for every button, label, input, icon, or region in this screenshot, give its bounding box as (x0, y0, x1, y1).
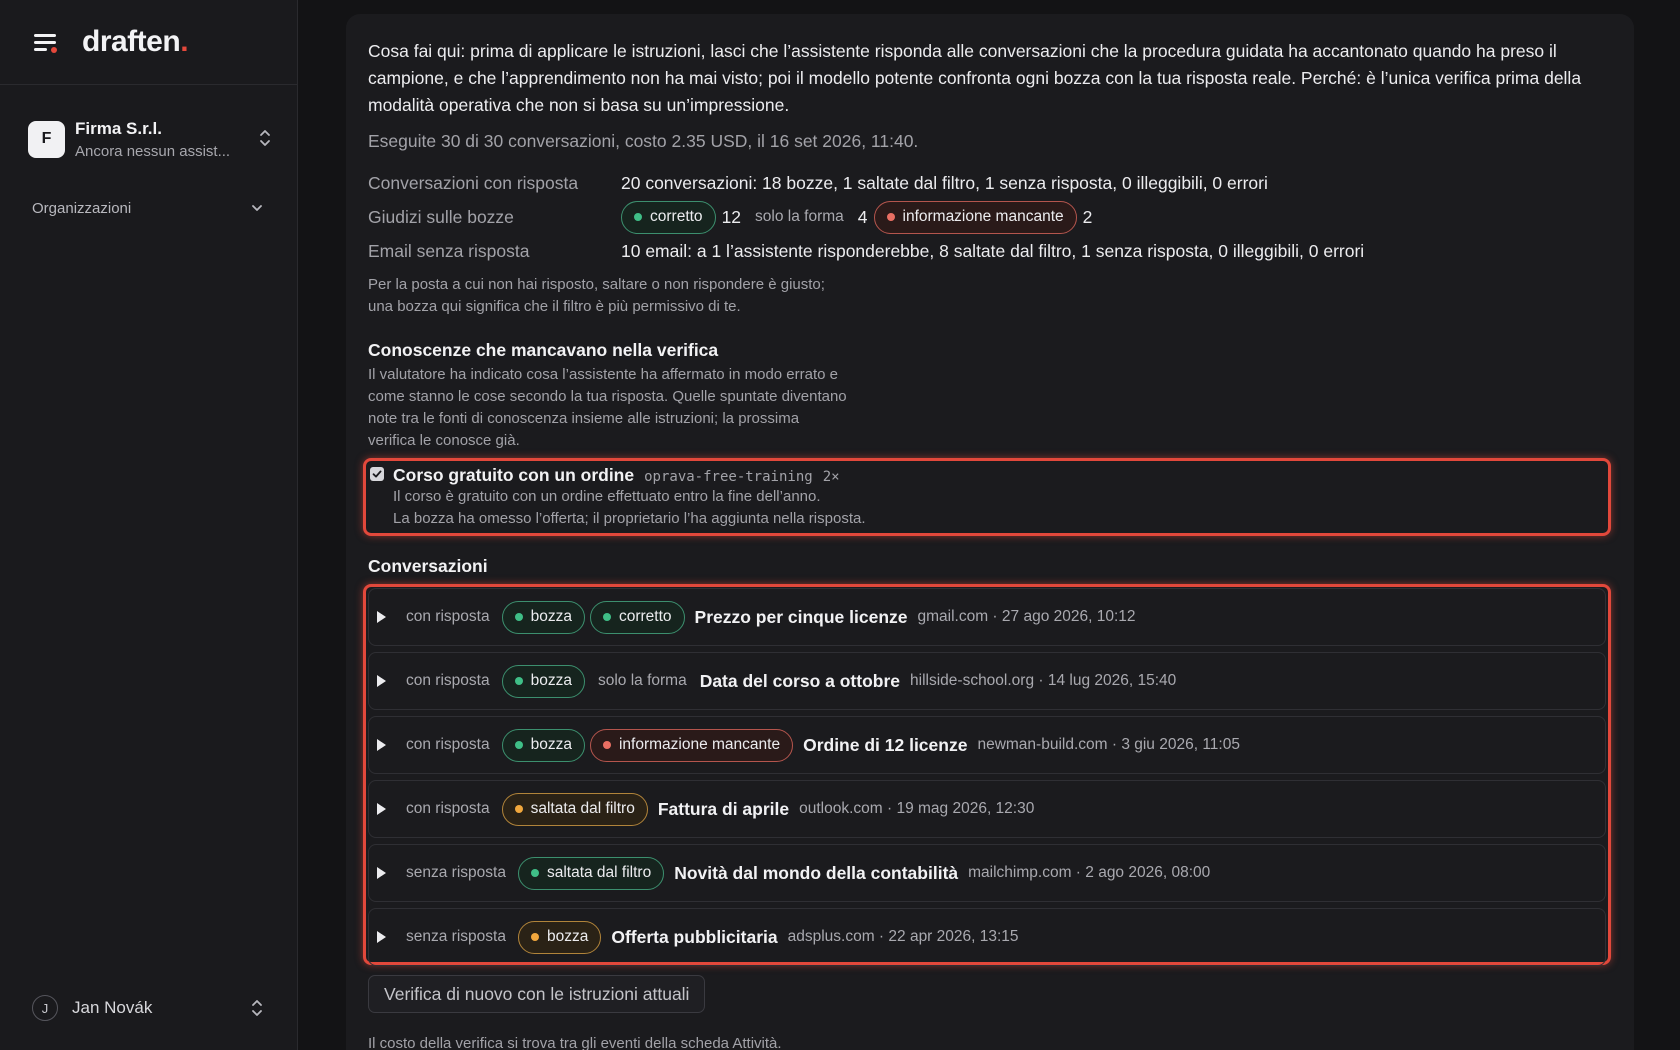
knowledge-item-fact: Il corso è gratuito con un ordine effett… (393, 488, 821, 505)
filter-skipped-badge: saltata dal filtro (517, 856, 665, 890)
draft-badge: bozza (517, 920, 602, 954)
stats-table: Conversazioni con risposta 20 conversazi… (368, 166, 1618, 318)
draft-badge: bozza (501, 728, 585, 762)
conversation-status: senza risposta (406, 928, 506, 945)
expand-triangle-icon[interactable] (377, 803, 386, 815)
org-name: Firma S.r.l. (75, 118, 162, 138)
expand-triangle-icon[interactable] (377, 611, 386, 623)
org-avatar: F (28, 120, 65, 158)
conversation-row[interactable]: con risposta saltata dal filtro Fattura … (368, 780, 1606, 838)
section-title: Conversazioni (368, 556, 488, 576)
conversation-subject: Fattura di aprile (657, 798, 790, 819)
stat-row-replied: Conversazioni con risposta 20 conversazi… (368, 166, 1618, 200)
verification-content: Cosa fai qui: prima di applicare le istr… (363, 38, 1618, 1050)
intro-text: Cosa fai qui: prima di applicare le istr… (368, 41, 1582, 115)
organizations-label: Organizzazioni (32, 200, 132, 217)
conversation-meta: gmail.com · 27 ago 2026, 10:12 (917, 608, 1136, 625)
conversation-meta: adsplus.com · 22 apr 2026, 13:15 (787, 928, 1019, 945)
verdict-missing-info-badge: informazione mancante (873, 200, 1077, 234)
conversations-section: Conversazioni con risposta bozza corrett… (363, 556, 1618, 966)
expand-triangle-icon[interactable] (377, 867, 386, 879)
organization-switcher[interactable]: F Firma S.r.l. Ancora nessun assist... (28, 116, 272, 162)
expand-triangle-icon[interactable] (377, 931, 386, 943)
section-description: Il valutatore ha indicato cosa l’assiste… (368, 366, 847, 449)
verdict-correct-badge: corretto (621, 200, 716, 234)
verdict-badge: corretto (589, 600, 685, 634)
verdict-missing-info-count: 2 (1082, 206, 1093, 227)
stat-row-judgements: Giudizi sulle bozze corretto 12 solo la … (368, 200, 1618, 234)
user-name: Jan Novák (72, 998, 153, 1017)
stat-value: 10 email: a 1 l’assistente risponderebbe… (621, 240, 1365, 261)
knowledge-item-title: Corso gratuito con un ordine (393, 465, 635, 485)
unreplied-note: Per la posta a cui non hai risposto, sal… (368, 276, 825, 315)
org-subtitle: Ancora nessun assist... (75, 142, 231, 160)
rerun-verification-button[interactable]: Verifica di nuovo con le istruzioni attu… (368, 975, 706, 1013)
conversation-subject: Offerta pubblicitaria (611, 926, 778, 947)
conversation-status: senza risposta (406, 864, 506, 881)
verdict-label: solo la forma (597, 672, 687, 689)
stat-value: 20 conversazioni: 18 bozze, 1 saltate da… (621, 172, 1268, 193)
brand-logo: draften. (82, 25, 189, 58)
conversation-row[interactable]: con risposta bozza informazione mancante… (368, 716, 1606, 774)
judgement-summary: corretto 12 solo la forma 4 informazione… (621, 200, 1098, 234)
verdict-form-only-count: 4 (857, 206, 868, 227)
conversation-status: con risposta (406, 800, 490, 817)
knowledge-item-code: oprava-free-training (644, 469, 813, 485)
user-menu[interactable]: J Jan Novák (32, 994, 264, 1022)
draft-badge: bozza (501, 600, 585, 634)
conversation-row[interactable]: senza risposta bozza Offerta pubblicitar… (368, 908, 1606, 966)
conversation-row[interactable]: con risposta bozza solo la forma Data de… (368, 652, 1606, 710)
conversation-status: con risposta (406, 608, 490, 625)
filter-skipped-badge: saltata dal filtro (501, 792, 648, 826)
conversation-subject: Data del corso a ottobre (699, 670, 901, 691)
stat-label: Giudizi sulle bozze (368, 206, 514, 227)
stat-row-unreplied: Email senza risposta 10 email: a 1 l’ass… (368, 234, 1618, 268)
chevron-up-down-icon (250, 998, 264, 1018)
run-summary: Eseguite 30 di 30 conversazioni, costo 2… (368, 131, 919, 151)
knowledge-item-checkbox[interactable] (370, 467, 384, 481)
expand-triangle-icon[interactable] (377, 675, 386, 687)
missing-knowledge-section: Conoscenze che mancavano nella verifica … (363, 340, 1618, 536)
sidebar: draften. F Firma S.r.l. Ancora nessun as… (0, 0, 298, 1050)
conversation-list: con risposta bozza corretto Prezzo per c… (363, 584, 1611, 966)
menu-icon[interactable] (32, 30, 60, 54)
conversation-row[interactable]: con risposta bozza corretto Prezzo per c… (368, 588, 1606, 646)
knowledge-item[interactable]: Corso gratuito con un ordine oprava-free… (363, 458, 1611, 536)
verdict-badge: informazione mancante (589, 728, 794, 762)
conversation-meta: outlook.com · 19 mag 2026, 12:30 (799, 800, 1035, 817)
verdict-correct-count: 12 (721, 206, 742, 227)
organizations-section-toggle[interactable]: Organizzazioni (32, 200, 264, 217)
conversation-subject: Prezzo per cinque licenze (694, 606, 908, 627)
conversation-status: con risposta (406, 672, 490, 689)
brand-bar: draften. (0, 0, 297, 85)
chevron-down-icon (250, 200, 264, 217)
knowledge-item-count: 2× (822, 469, 840, 485)
cost-note: Il costo della verifica si trova tra gli… (368, 1035, 782, 1050)
stat-label: Email senza risposta (368, 240, 530, 261)
conversation-meta: mailchimp.com · 2 ago 2026, 08:00 (968, 864, 1211, 881)
conversation-meta: hillside-school.org · 14 lug 2026, 15:40 (910, 672, 1177, 689)
expand-triangle-icon[interactable] (377, 739, 386, 751)
conversation-subject: Ordine di 12 licenze (803, 734, 968, 755)
verdict-form-only-label: solo la forma (755, 208, 844, 225)
conversation-status: con risposta (406, 736, 490, 753)
stat-label: Conversazioni con risposta (368, 172, 579, 193)
chevron-up-down-icon (258, 128, 272, 148)
conversation-subject: Novità dal mondo della contabilità (674, 862, 959, 883)
draft-badge: bozza (501, 664, 585, 698)
conversation-meta: newman-build.com · 3 giu 2026, 11:05 (977, 736, 1240, 753)
user-avatar: J (32, 995, 58, 1021)
section-title: Conoscenze che mancavano nella verifica (368, 340, 719, 360)
conversation-row[interactable]: senza risposta saltata dal filtro Novità… (368, 844, 1606, 902)
knowledge-item-explanation: La bozza ha omesso l’offerta; il proprie… (393, 510, 866, 527)
